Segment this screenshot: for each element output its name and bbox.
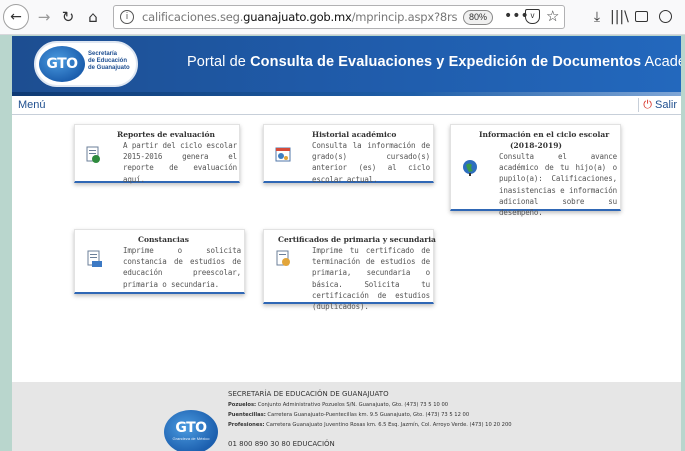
card-informacion[interactable]: Información en el ciclo escolar (2018-20… [450, 124, 621, 217]
bookmark-star-icon[interactable]: ☆ [546, 7, 559, 25]
download-icon[interactable]: ⤓ [588, 8, 606, 26]
arrow-left-icon: ← [10, 9, 22, 25]
seg-logo[interactable]: GTO Secretaría de Educación de Guanajuat… [34, 41, 138, 87]
card-title: Información en el ciclo escolar [479, 130, 610, 139]
card-title: Historial académico [312, 130, 397, 139]
card-description: A partir del ciclo escolar 2015-2016 gen… [123, 141, 237, 184]
footer-address-profesiones: Profesiones: Carretera Guanajuato Juvent… [228, 422, 512, 428]
sidebar-icon[interactable] [632, 8, 650, 26]
card-description: Consulta la información de grado(s) curs… [312, 141, 430, 184]
site-header: GTO Secretaría de Educación de Guanajuat… [12, 36, 681, 92]
header-divider [12, 92, 681, 96]
forward-button[interactable]: → [33, 6, 55, 28]
reload-button[interactable]: ↻ [57, 6, 79, 28]
menu-link[interactable]: Menú [18, 99, 46, 111]
diploma-icon [276, 250, 290, 266]
home-button[interactable]: ⌂ [82, 6, 104, 28]
logo-caption: Secretaría de Educación de Guanajuato [88, 51, 130, 71]
home-icon: ⌂ [88, 8, 98, 26]
footer-phone: 01 800 890 30 80 EDUCACIÓN [228, 440, 335, 448]
footer-title: SECRETARÍA DE EDUCACIÓN DE GUANAJUATO [228, 390, 389, 398]
power-icon: ⏻ [643, 98, 652, 111]
card-constancias[interactable]: Constancias Imprime o solicita constanci… [74, 229, 245, 294]
gto-logo-icon: GTO [39, 46, 85, 82]
card-description: Consulta el avance académico de tu hijo(… [499, 152, 617, 218]
card-reportes[interactable]: Reportes de evaluación A partir del cicl… [74, 124, 240, 184]
card-title: Certificados de primaria y secundaria [278, 235, 436, 244]
gto-footer-logo-icon: GTO Grandeza de México [164, 410, 218, 451]
card-description: Imprime o solicita constancia de estudio… [123, 246, 241, 289]
url-text[interactable]: calificaciones.seg.guanajuato.gob.mx/mpr… [142, 10, 458, 24]
card-title: Reportes de evaluación [117, 130, 215, 139]
history-icon [275, 147, 291, 162]
card-description: Imprime tu certificado de terminación de… [312, 246, 430, 312]
arrow-right-icon: → [37, 8, 51, 26]
menu-bar: Menú ⏻ Salir [12, 97, 681, 115]
pocket-icon[interactable]: v [525, 9, 540, 24]
report-icon [86, 146, 100, 163]
card-historial[interactable]: Historial académico Consulta la informac… [263, 124, 434, 184]
card-title: Constancias [138, 235, 189, 244]
page-title: Portal de Consulta de Evaluaciones y Exp… [187, 54, 681, 70]
browser-toolbar: ← → ↻ ⌂ i calificaciones.seg.guanajuato.… [0, 0, 685, 35]
certificate-icon [87, 250, 102, 267]
reload-icon: ↻ [61, 8, 75, 26]
footer-address-pozuelos: Pozuelos: Conjunto Administrativo Pozuel… [228, 402, 449, 408]
page-content: GTO Secretaría de Educación de Guanajuat… [12, 36, 681, 451]
info-globe-icon [463, 160, 477, 176]
site-footer: GTO Grandeza de México SECRETARÍA DE EDU… [12, 382, 681, 451]
account-icon[interactable] [656, 8, 674, 26]
site-info-icon[interactable]: i [120, 10, 134, 24]
back-button[interactable]: ← [3, 4, 29, 30]
logout-button[interactable]: ⏻ Salir [638, 98, 677, 112]
address-bar[interactable]: i calificaciones.seg.guanajuato.gob.mx/m… [113, 5, 565, 29]
library-icon[interactable]: |||\ [610, 8, 629, 26]
card-subtitle: (2018-2019) [510, 141, 562, 150]
card-certificados[interactable]: Certificados de primaria y secundaria Im… [263, 229, 436, 311]
zoom-badge[interactable]: 80% [463, 10, 493, 25]
footer-address-puentecillas: Puentecillas: Carretera Guanajuato-Puent… [228, 412, 470, 418]
